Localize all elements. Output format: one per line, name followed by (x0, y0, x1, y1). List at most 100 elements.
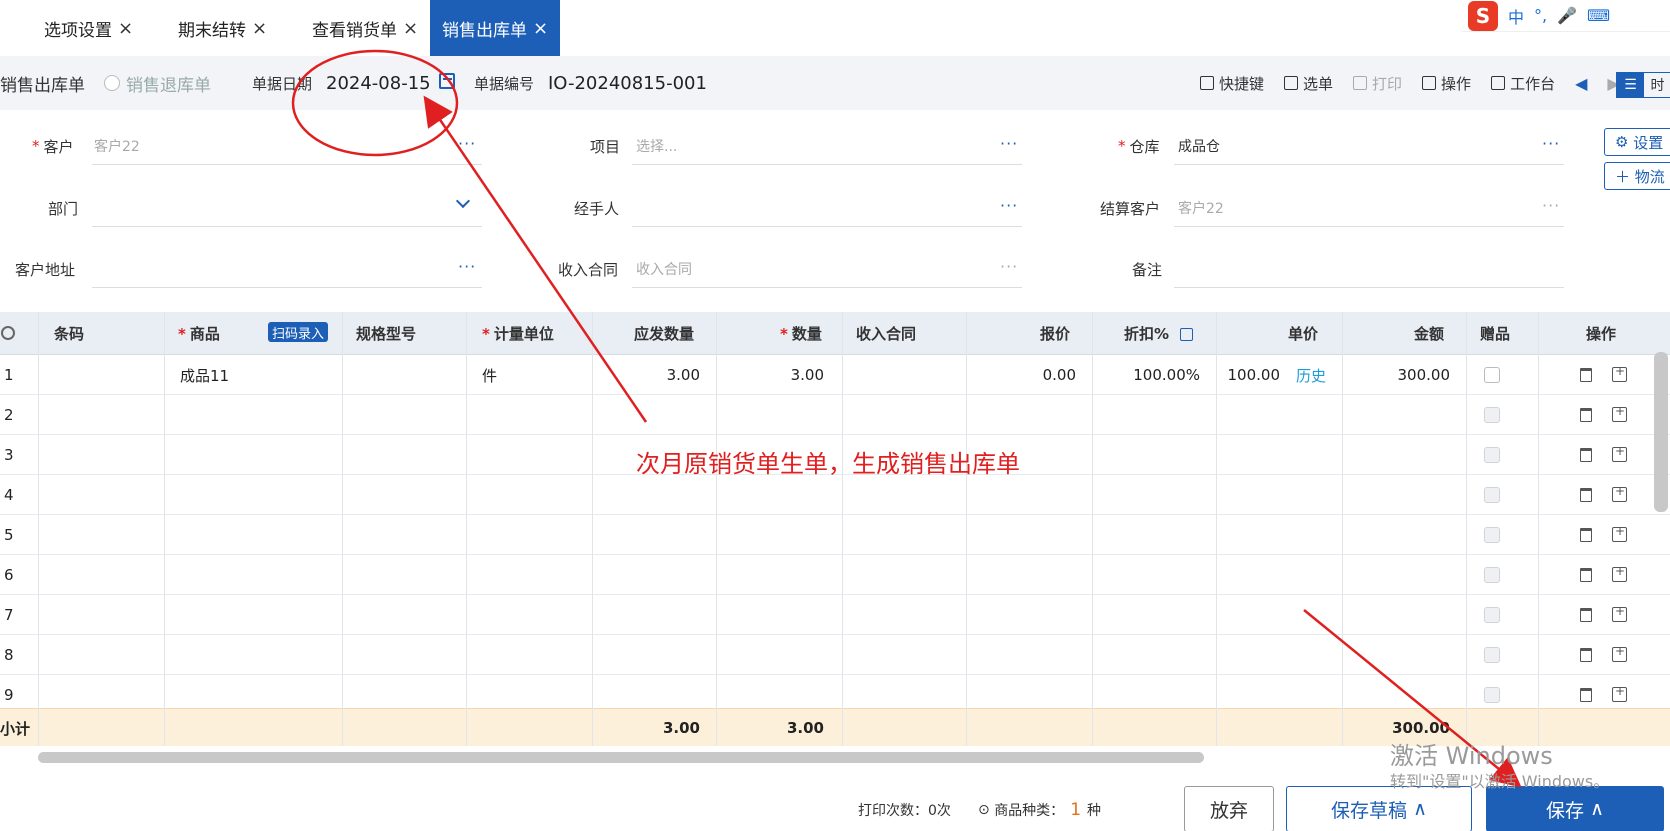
vertical-scrollbar[interactable] (1654, 352, 1668, 512)
calendar-icon[interactable] (439, 73, 455, 89)
col-unit[interactable]: * 计量单位 (482, 312, 554, 355)
trash-icon[interactable] (1580, 688, 1592, 702)
trash-icon[interactable] (1580, 448, 1592, 462)
logistics-button[interactable]: ＋ 物流 (1604, 162, 1670, 190)
table-row[interactable]: 1 成品11 件 3.00 3.00 0.00 100.00% 100.00 历史 300.00 (0, 355, 1670, 395)
table-row[interactable]: 5 (0, 515, 1670, 555)
workbench-button[interactable]: 工作台 (1491, 73, 1555, 94)
prev-arrow-icon[interactable]: ◀ (1575, 74, 1587, 93)
col-product[interactable]: * 商品 (178, 312, 220, 355)
cell-no: 6 (4, 566, 14, 584)
col-discount[interactable]: 折扣% (1124, 312, 1169, 355)
tab-view-sales[interactable]: 查看销货单 × (312, 0, 418, 56)
copy-row-icon[interactable] (1612, 684, 1627, 702)
keyboard-icon[interactable]: ⌨ (1587, 6, 1610, 25)
gift-checkbox[interactable] (1484, 607, 1500, 623)
gift-checkbox[interactable] (1484, 447, 1500, 463)
more-icon[interactable]: ··· (458, 257, 476, 276)
close-icon[interactable]: × (403, 18, 418, 39)
radio-circle-icon[interactable] (104, 75, 120, 91)
customer-input[interactable]: 客户22 (94, 134, 140, 158)
close-icon[interactable]: × (252, 18, 267, 39)
gift-checkbox[interactable] (1484, 407, 1500, 423)
scan-entry-button[interactable]: 扫码录入 (268, 322, 329, 342)
gift-checkbox[interactable] (1484, 487, 1500, 503)
save-button[interactable]: 保存 ∧ (1486, 786, 1664, 831)
col-barcode[interactable]: 条码 (54, 312, 84, 355)
col-contract[interactable]: 收入合同 (856, 312, 916, 355)
copy-row-icon[interactable] (1612, 444, 1627, 462)
cell-no: 2 (4, 406, 14, 424)
trash-icon[interactable] (1580, 528, 1592, 542)
gift-checkbox[interactable] (1484, 567, 1500, 583)
horizontal-scrollbar[interactable] (38, 752, 1204, 763)
col-spec[interactable]: 规格型号 (356, 312, 416, 355)
ime-mode[interactable]: 中 (1508, 4, 1524, 28)
more-icon[interactable]: ··· (1542, 134, 1560, 153)
gift-checkbox[interactable] (1484, 527, 1500, 543)
view-toggle[interactable]: ☰ 时 (1616, 72, 1670, 98)
time-view-toggle[interactable]: 时 (1644, 73, 1670, 97)
close-icon[interactable]: × (118, 18, 133, 39)
copy-row-icon[interactable] (1612, 524, 1627, 542)
project-input[interactable]: 选择... (636, 134, 677, 158)
more-icon[interactable]: ··· (1000, 134, 1018, 153)
list-view-icon[interactable]: ☰ (1617, 73, 1644, 97)
table-row[interactable]: 7 (0, 595, 1670, 635)
chevron-down-icon[interactable] (455, 193, 471, 209)
date-input[interactable]: 2024-08-15 (326, 56, 431, 110)
sogou-logo-icon[interactable]: S (1468, 0, 1498, 31)
more-icon[interactable]: ··· (458, 134, 476, 153)
copy-row-icon[interactable] (1612, 364, 1627, 382)
close-icon[interactable]: × (533, 18, 548, 39)
warehouse-input[interactable]: 成品仓 (1178, 134, 1220, 158)
gift-checkbox[interactable] (1484, 647, 1500, 663)
microphone-icon[interactable]: 🎤 (1557, 6, 1577, 25)
ime-punct[interactable]: °, (1534, 6, 1547, 25)
copy-row-icon[interactable] (1612, 484, 1627, 502)
trash-icon[interactable] (1580, 568, 1592, 582)
contract-input[interactable]: 收入合同 (636, 257, 692, 281)
type-sales-return[interactable]: 销售退库单 (104, 56, 211, 110)
col-gift[interactable]: 赠品 (1480, 312, 1510, 355)
copy-row-icon[interactable] (1612, 604, 1627, 622)
col-quote[interactable]: 报价 (1040, 312, 1070, 355)
col-amount[interactable]: 金额 (1414, 312, 1444, 355)
settings-button[interactable]: ⚙ 设置 (1604, 128, 1670, 156)
more-icon[interactable]: ··· (1542, 196, 1560, 215)
operation-button[interactable]: 操作 (1422, 73, 1471, 94)
save-draft-button[interactable]: 保存草稿 ∧ (1286, 786, 1472, 831)
col-due-qty[interactable]: 应发数量 (634, 312, 694, 355)
print-button[interactable]: 打印 (1353, 73, 1402, 94)
tab-options[interactable]: 选项设置 × (44, 0, 133, 56)
trash-icon[interactable] (1580, 408, 1592, 422)
trash-icon[interactable] (1580, 488, 1592, 502)
gear-icon[interactable] (1, 326, 15, 340)
col-price[interactable]: 单价 (1288, 312, 1318, 355)
cell-price: 100.00 (1227, 366, 1281, 384)
copy-row-icon[interactable] (1612, 564, 1627, 582)
trash-icon[interactable] (1580, 368, 1592, 382)
discard-button[interactable]: 放弃 (1184, 786, 1274, 831)
settle-input[interactable]: 客户22 (1178, 196, 1224, 220)
col-qty[interactable]: * 数量 (780, 312, 822, 355)
shortcut-button[interactable]: 快捷键 (1200, 73, 1264, 94)
table-row[interactable]: 8 (0, 635, 1670, 675)
table-row[interactable]: 6 (0, 555, 1670, 595)
tab-period-close[interactable]: 期末结转 × (178, 0, 267, 56)
more-icon[interactable]: ··· (1000, 196, 1018, 215)
select-order-button[interactable]: 选单 (1284, 73, 1333, 94)
copy-row-icon[interactable] (1612, 644, 1627, 662)
gift-checkbox[interactable] (1484, 687, 1500, 703)
ime-toolbar[interactable]: S 中 °, 🎤 ⌨ (1462, 0, 1670, 32)
table-row[interactable]: 4 (0, 475, 1670, 515)
type-sales-outbound[interactable]: 销售出库单 (0, 56, 85, 110)
trash-icon[interactable] (1580, 648, 1592, 662)
copy-row-icon[interactable] (1612, 404, 1627, 422)
table-row[interactable]: 2 (0, 395, 1670, 435)
trash-icon[interactable] (1580, 608, 1592, 622)
edit-icon[interactable] (1180, 328, 1193, 341)
more-icon[interactable]: ··· (1000, 257, 1018, 276)
gift-checkbox[interactable] (1484, 367, 1500, 383)
tab-sales-outbound[interactable]: 销售出库单 × (430, 0, 561, 56)
